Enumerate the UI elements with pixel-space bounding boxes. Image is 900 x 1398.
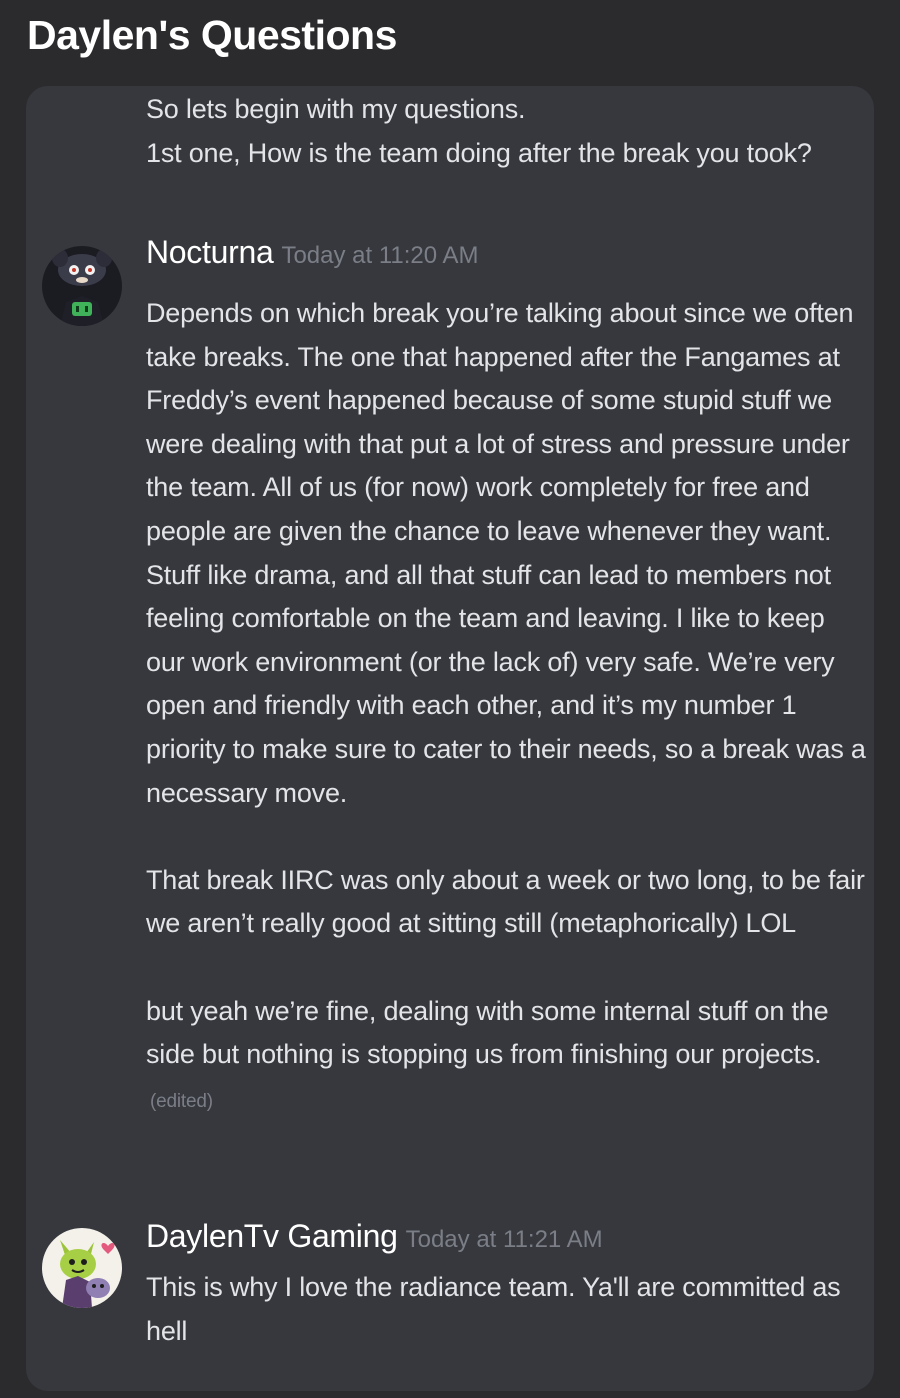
continuation-message: So lets begin with my questions. 1st one… [146, 88, 866, 175]
message-paragraph-text: but yeah we’re fine, dealing with some i… [146, 995, 829, 1070]
message-body: This is why I love the radiance team. Ya… [146, 1266, 866, 1353]
message-paragraph: This is why I love the radiance team. Ya… [146, 1272, 841, 1346]
avatar[interactable] [42, 246, 122, 326]
edited-label: (edited) [150, 1090, 213, 1112]
dark-character-avatar-icon [42, 246, 122, 326]
timestamp[interactable]: Today at 11:20 AM [281, 242, 478, 269]
chat-message-list[interactable]: So lets begin with my questions. 1st one… [26, 86, 874, 1391]
page-title: Daylen's Questions [27, 12, 397, 58]
message-paragraph: Depends on which break you’re talking ab… [146, 298, 866, 808]
message-header: DaylenTv Gaming Today at 11:21 AM [146, 1218, 603, 1255]
username[interactable]: DaylenTv Gaming [146, 1218, 398, 1254]
avatar[interactable] [42, 1228, 122, 1308]
message-paragraph: but yeah we’re fine, dealing with some i… [146, 990, 866, 1124]
message-line: 1st one, How is the team doing after the… [146, 137, 812, 168]
message-line: So lets begin with my questions. [146, 94, 526, 124]
timestamp[interactable]: Today at 11:21 AM [406, 1226, 603, 1253]
message-paragraph: That break IIRC was only about a week or… [146, 864, 865, 939]
message-body: Depends on which break you’re talking ab… [146, 292, 866, 1123]
green-character-avatar-icon [42, 1228, 122, 1308]
message-header: Nocturna Today at 11:20 AM [146, 234, 478, 271]
username[interactable]: Nocturna [146, 234, 274, 270]
